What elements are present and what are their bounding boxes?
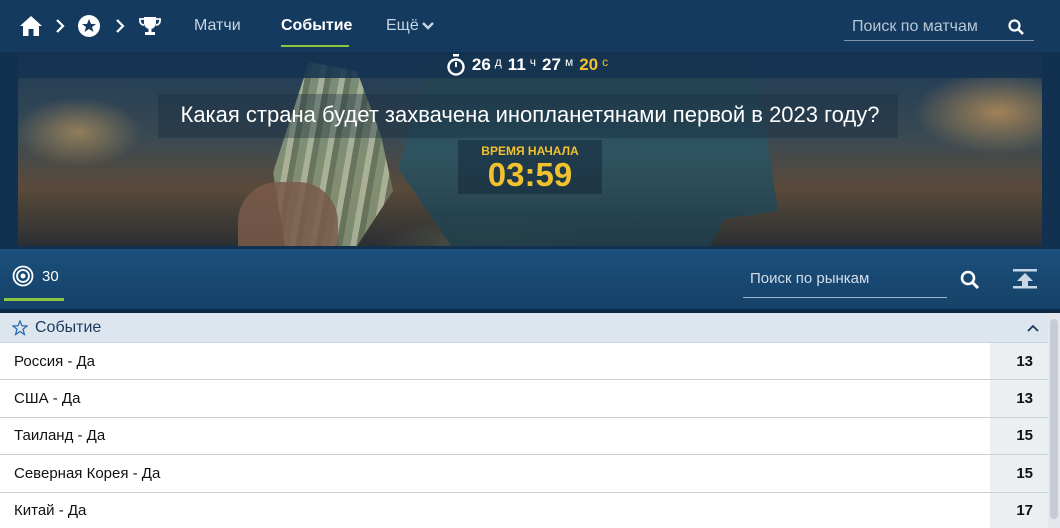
odds-button[interactable]: 13 — [990, 380, 1048, 417]
home-icon[interactable] — [19, 15, 43, 37]
markets-count: 30 — [42, 267, 59, 285]
match-search-input[interactable] — [844, 18, 999, 36]
event-question: Какая страна будет захвачена инопланетян… — [180, 102, 880, 127]
countdown-seconds-unit: с — [602, 55, 609, 69]
trophy-icon[interactable] — [138, 14, 162, 38]
search-icon[interactable] — [1007, 18, 1025, 36]
countdown-days-unit: д — [494, 55, 502, 69]
chevron-right-icon — [55, 18, 65, 34]
table-row: Северная Корея - Да 15 — [0, 455, 1048, 493]
sport-star-icon[interactable] — [77, 14, 101, 38]
chevron-down-icon — [421, 22, 434, 30]
table-row: Таиланд - Да 15 — [0, 417, 1048, 456]
scrollbar[interactable] — [1048, 313, 1060, 528]
table-row: Китай - Да 17 — [0, 492, 1048, 528]
start-time-box: ВРЕМЯ НАЧАЛА 03:59 — [458, 140, 602, 194]
event-banner: 26 д 11 ч 27 м 20 с Какая страна будет з… — [18, 52, 1042, 246]
odds-button[interactable]: 13 — [990, 343, 1048, 380]
outcome-name: США - Да — [14, 390, 81, 408]
markets-tab-indicator — [4, 298, 64, 301]
start-time-value: 03:59 — [487, 156, 573, 193]
odds-button[interactable]: 15 — [990, 417, 1048, 455]
market-group-title: Событие — [35, 318, 102, 336]
outcome-name: Россия - Да — [14, 352, 96, 370]
chevron-right-icon — [115, 18, 125, 34]
countdown-hours-unit: ч — [529, 55, 537, 69]
table-row: США - Да 13 — [0, 380, 1048, 418]
favorite-star-icon[interactable] — [12, 319, 28, 336]
countdown-timer: 26 д 11 ч 27 м 20 с — [18, 52, 1042, 78]
nav-event[interactable]: Событие — [281, 17, 352, 35]
match-search — [844, 14, 1034, 41]
odds-button[interactable]: 15 — [990, 455, 1048, 492]
top-nav: Матчи Событие Ещё — [0, 0, 1060, 52]
countdown-minutes: 27 — [542, 55, 561, 74]
outcome-name: Китай - Да — [14, 502, 87, 520]
nav-more-label: Ещё — [386, 17, 419, 34]
countdown-hours: 11 — [507, 55, 526, 74]
stopwatch-icon — [446, 54, 466, 76]
markets-count-tab[interactable]: 30 — [4, 249, 64, 303]
target-icon — [12, 265, 34, 287]
market-search — [743, 262, 947, 298]
collapse-all-icon[interactable] — [1006, 264, 1044, 294]
outcome-name: Таиланд - Да — [14, 427, 106, 445]
outcome-name: Северная Корея - Да — [14, 464, 161, 482]
countdown-days: 26 — [471, 55, 491, 74]
search-icon[interactable] — [959, 269, 981, 291]
chevron-up-icon[interactable] — [1026, 321, 1040, 335]
countdown-minutes-unit: м — [564, 55, 574, 69]
nav-more[interactable]: Ещё — [386, 17, 434, 35]
table-row: Россия - Да 13 — [0, 343, 1048, 381]
nav-matches[interactable]: Матчи — [194, 17, 241, 35]
market-group-header[interactable]: Событие — [0, 313, 1048, 343]
market-search-input[interactable] — [743, 262, 943, 295]
market-group: Событие Россия - Да 13 США - Да 13 Таила… — [0, 313, 1048, 528]
scrollbar-thumb[interactable] — [1050, 319, 1058, 519]
active-tab-indicator — [281, 45, 349, 47]
odds-button[interactable]: 17 — [990, 492, 1048, 528]
countdown-seconds: 20 — [579, 55, 599, 74]
banner-background-hand — [238, 182, 338, 246]
